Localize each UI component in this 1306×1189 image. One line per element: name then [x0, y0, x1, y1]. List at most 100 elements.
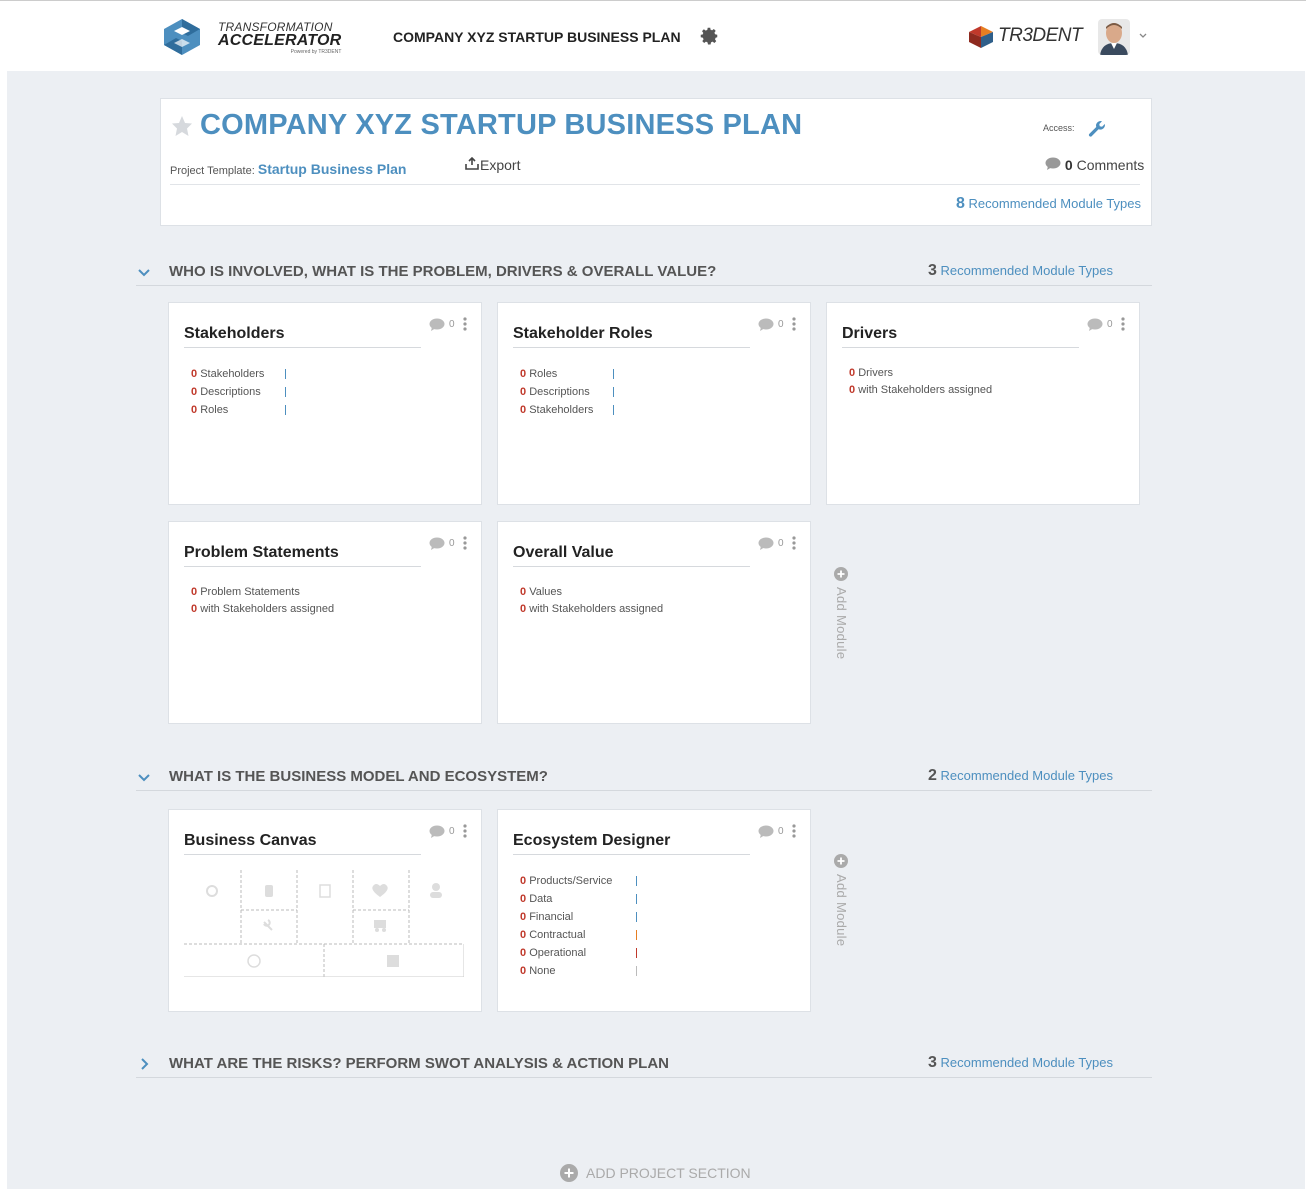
section-recommended-link[interactable]: 3 Recommended Module Types [928, 1054, 1113, 1072]
kebab-menu-icon[interactable] [462, 317, 467, 331]
module-card-stakeholder-roles[interactable]: Stakeholder Roles 0 0 Roles 0 Descriptio… [497, 302, 811, 505]
comment-icon [758, 318, 774, 331]
kebab-menu-icon[interactable] [462, 824, 467, 838]
stat-bar [613, 387, 614, 397]
topbar-project-title[interactable]: COMPANY XYZ STARTUP BUSINESS PLAN [393, 29, 681, 45]
module-title-divider [513, 347, 750, 348]
module-card-drivers[interactable]: Drivers 0 0 Drivers 0 with Stakeholders … [826, 302, 1140, 505]
module-comments[interactable]: 0 [758, 824, 796, 838]
module-title: Business Canvas [184, 832, 317, 849]
add-project-section-button[interactable]: ADD PROJECT SECTION [560, 1164, 751, 1182]
module-title: Problem Statements [184, 544, 339, 561]
section-recommended-count: 3 [928, 1054, 937, 1071]
stat-number: 0 [191, 386, 198, 398]
chevron-down-icon[interactable] [136, 769, 152, 785]
section-recommended-count: 3 [928, 262, 937, 279]
stat-label: Financial [529, 911, 574, 923]
stat-number: 0 [191, 586, 198, 598]
stat-bar [636, 948, 637, 958]
add-project-section-label: ADD PROJECT SECTION [586, 1165, 751, 1181]
chevron-right-icon[interactable] [136, 1056, 152, 1072]
stat-label: Stakeholders [200, 368, 265, 380]
stat-label: Problem Statements [200, 586, 300, 598]
stat-bar [636, 912, 637, 922]
comments-label: Comments [1076, 157, 1145, 173]
module-title-divider [184, 347, 421, 348]
module-comments[interactable]: 0 [758, 536, 796, 550]
section-recommended-link[interactable]: 2 Recommended Module Types [928, 767, 1113, 785]
project-template: Project Template: Startup Business Plan [170, 161, 406, 177]
chevron-down-icon[interactable] [136, 264, 152, 280]
stat-row: 0 Contractual [520, 926, 637, 944]
kebab-menu-icon[interactable] [791, 317, 796, 331]
stat-label: Products/Service [529, 875, 613, 887]
stat-row: 0 Financial [520, 908, 637, 926]
top-bar: TRANSFORMATION ACCELERATOR Powered by TR… [0, 0, 1306, 71]
stat-label: Data [529, 893, 553, 905]
stat-row: 0 Stakeholders [520, 401, 614, 419]
stat-label: Operational [529, 947, 587, 959]
stat-number: 0 [191, 603, 198, 615]
header-divider [170, 184, 1140, 185]
section-header-2[interactable]: WHAT IS THE BUSINESS MODEL AND ECOSYSTEM… [136, 767, 1152, 791]
stat-row: 0 Roles [191, 401, 286, 419]
stat-row: 0 Data [520, 890, 637, 908]
module-card-stakeholders[interactable]: Stakeholders 0 0 Stakeholders 0 Descript… [168, 302, 482, 505]
stat-label: Roles [200, 404, 229, 416]
tr3dent-logo [969, 26, 993, 48]
section-header-3[interactable]: WHAT ARE THE RISKS? PERFORM SWOT ANALYSI… [136, 1054, 1152, 1078]
module-card-overall-value[interactable]: Overall Value 0 0 Values 0 with Stakehol… [497, 521, 811, 724]
template-link[interactable]: Startup Business Plan [258, 161, 407, 177]
section-recommended-label: Recommended Module Types [940, 263, 1113, 278]
stat-label: with Stakeholders assigned [858, 384, 993, 396]
stat-label: Contractual [529, 929, 586, 941]
comment-icon [429, 537, 445, 550]
tr3dent-wordmark: TR3DENT [998, 25, 1083, 46]
module-comment-count: 0 [778, 825, 784, 837]
module-comment-count: 0 [449, 318, 455, 330]
add-module-button[interactable]: Add Module [830, 567, 852, 677]
module-comments[interactable]: 0 [1087, 317, 1125, 331]
header-recommended-link[interactable]: 8 Recommended Module Types [956, 195, 1141, 213]
section-recommended-link[interactable]: 3 Recommended Module Types [928, 262, 1113, 280]
module-title-divider [184, 854, 421, 855]
add-module-label: Add Module [834, 874, 849, 947]
export-button[interactable]: Export [464, 156, 520, 173]
stat-number: 0 [191, 404, 198, 416]
module-comments[interactable]: 0 [429, 824, 467, 838]
stat-number: 0 [520, 947, 527, 959]
kebab-menu-icon[interactable] [791, 824, 796, 838]
stat-row: 0 Descriptions [191, 383, 286, 401]
module-card-ecosystem-designer[interactable]: Ecosystem Designer 0 0 Products/Service … [497, 809, 811, 1012]
stat-row: 0 Descriptions [520, 383, 614, 401]
stat-bar [613, 369, 614, 379]
gear-icon[interactable] [698, 25, 720, 47]
module-comments[interactable]: 0 [429, 536, 467, 550]
add-module-button[interactable]: Add Module [830, 854, 852, 964]
module-comments[interactable]: 0 [758, 317, 796, 331]
module-card-business-canvas[interactable]: Business Canvas 0 [168, 809, 482, 1012]
module-comments[interactable]: 0 [429, 317, 467, 331]
user-avatar[interactable] [1098, 19, 1130, 55]
kebab-menu-icon[interactable] [462, 536, 467, 550]
chevron-down-icon[interactable] [1137, 29, 1149, 41]
comments-link[interactable]: 0 Comments [1045, 157, 1144, 173]
section-header-1[interactable]: WHO IS INVOLVED, WHAT IS THE PROBLEM, DR… [136, 262, 1152, 286]
stat-number: 0 [520, 386, 527, 398]
section-title: WHAT IS THE BUSINESS MODEL AND ECOSYSTEM… [169, 768, 548, 785]
kebab-menu-icon[interactable] [1120, 317, 1125, 331]
stat-bar [636, 894, 637, 904]
section-recommended-label: Recommended Module Types [940, 1055, 1113, 1070]
star-icon[interactable] [170, 114, 194, 138]
brand-name: TRANSFORMATION ACCELERATOR Powered by TR… [218, 21, 341, 55]
stat-number: 0 [520, 404, 527, 416]
template-label: Project Template: [170, 165, 255, 177]
module-card-problem-statements[interactable]: Problem Statements 0 0 Problem Statement… [168, 521, 482, 724]
wrench-icon[interactable] [1086, 118, 1108, 140]
stat-row: 0 Products/Service [520, 872, 637, 890]
stat-number: 0 [520, 893, 527, 905]
business-canvas-thumbnail [184, 870, 464, 977]
export-icon [465, 156, 479, 170]
transformation-accelerator-logo[interactable] [160, 17, 204, 57]
kebab-menu-icon[interactable] [791, 536, 796, 550]
